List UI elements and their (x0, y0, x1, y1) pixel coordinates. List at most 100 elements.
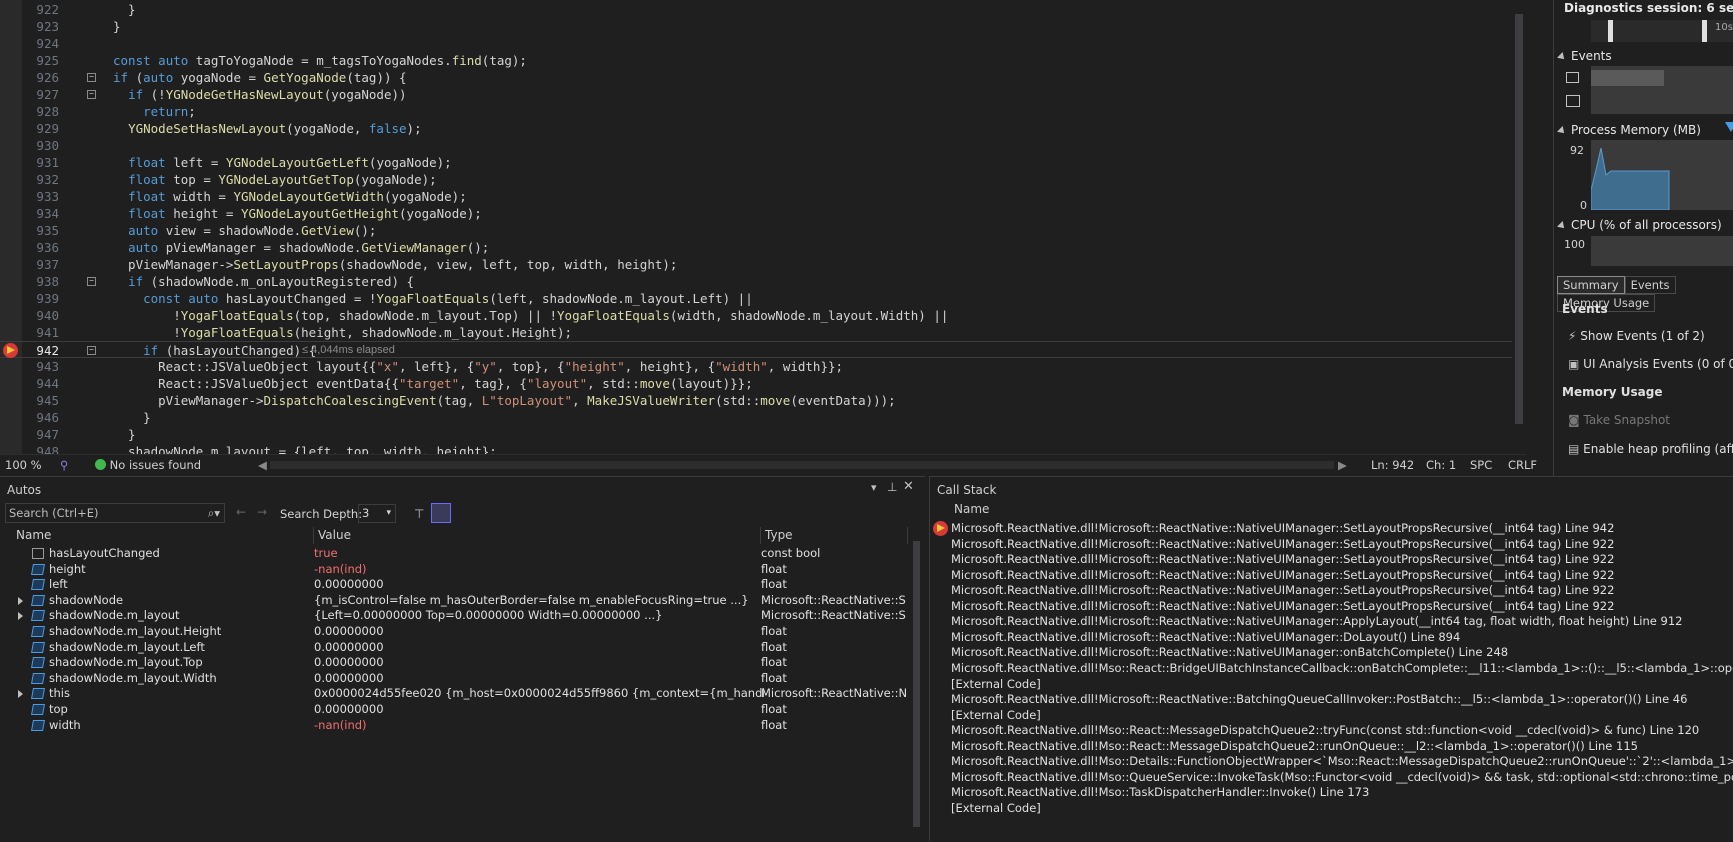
variable-value[interactable]: true (314, 545, 764, 562)
code-line[interactable]: 941 !YogaFloatEquals(height, shadowNode.… (0, 324, 1512, 341)
call-stack-frame[interactable]: Microsoft.ReactNative.dll!Mso::React::Me… (930, 738, 1733, 755)
call-stack-frame[interactable]: Microsoft.ReactNative.dll!Mso::React::Me… (930, 722, 1733, 739)
autos-row[interactable]: hasLayoutChanged true const bool (12, 545, 908, 562)
timeline-ruler[interactable]: 10s (1591, 20, 1733, 42)
code-line[interactable]: 939 const auto hasLayoutChanged = !YogaF… (0, 290, 1512, 307)
variable-value[interactable]: -nan(ind) (314, 717, 764, 734)
take-snapshot-button[interactable]: ◙ Take Snapshot (1568, 413, 1670, 427)
variable-value[interactable]: {m_isControl=false m_hasOuterBorder=fals… (314, 592, 764, 609)
scroll-left-icon[interactable]: ◀ (258, 455, 267, 475)
events-graph[interactable] (1591, 66, 1733, 114)
variable-value[interactable]: 0.00000000 (314, 670, 764, 687)
breakpoint-current-icon[interactable] (3, 343, 18, 358)
tab-events[interactable]: Events (1624, 276, 1676, 294)
autos-close-icon[interactable]: ✕ (903, 479, 914, 494)
call-stack-frame[interactable]: Microsoft.ReactNative.dll!Microsoft::Rea… (930, 644, 1733, 661)
code-line[interactable]: 933 float width = YGNodeLayoutGetWidth(y… (0, 188, 1512, 205)
code-line[interactable]: 935 auto view = shadowNode.GetView(); (0, 222, 1512, 239)
forward-arrow-icon[interactable]: → (257, 505, 267, 519)
call-stack-frame[interactable]: [External Code] (930, 800, 1733, 817)
call-stack-frame[interactable]: Microsoft.ReactNative.dll!Microsoft::Rea… (930, 582, 1733, 599)
ui-analysis-link[interactable]: ▣ UI Analysis Events (0 of 0) (1568, 357, 1733, 371)
call-stack-frame[interactable]: Microsoft.ReactNative.dll!Microsoft::Rea… (930, 567, 1733, 584)
autos-row[interactable]: shadowNode {m_isControl=false m_hasOuterB… (12, 592, 908, 609)
code-line[interactable]: 937 pViewManager->SetLayoutProps(shadowN… (0, 256, 1512, 273)
code-editor[interactable]: 922 } 923} 924 925 const auto tagToYogaNode … (0, 0, 1526, 454)
raw-view-toggle-icon[interactable] (431, 503, 451, 523)
variable-value[interactable]: {Left=0.00000000 Top=0.00000000 Width=0.… (314, 607, 764, 624)
autos-search-input[interactable]: Search (Ctrl+E) ⌕▾ (5, 503, 225, 523)
code-line[interactable]: 938 − if (shadowNode.m_onLayoutRegistered… (0, 273, 1512, 290)
enable-heap-profiling-button[interactable]: ▤ Enable heap profiling (affects perform… (1568, 442, 1733, 456)
expand-arrow-icon[interactable] (18, 690, 23, 699)
autos-row[interactable]: height -nan(ind) float (12, 561, 908, 578)
call-stack-frame[interactable]: Microsoft.ReactNative.dll!Mso::Details::… (930, 753, 1733, 770)
code-line[interactable]: 925 const auto tagToYogaNode = m_tagsToYo… (0, 52, 1512, 69)
variable-value[interactable]: 0.00000000 (314, 576, 764, 593)
code-line[interactable]: 924 (0, 35, 1512, 52)
fold-toggle-icon[interactable]: − (87, 346, 96, 355)
call-stack-frame[interactable]: Microsoft.ReactNative.dll!Microsoft::Rea… (930, 598, 1733, 615)
code-line[interactable]: 929 YGNodeSetHasNewLayout(yogaNode, fals… (0, 120, 1512, 137)
memory-graph[interactable] (1591, 140, 1733, 210)
autos-row[interactable]: width -nan(ind) float (12, 717, 908, 734)
call-stack-frame[interactable]: Microsoft.ReactNative.dll!Microsoft::Rea… (930, 536, 1733, 553)
call-stack-frame[interactable]: Microsoft.ReactNative.dll!Microsoft::Rea… (930, 613, 1733, 630)
call-stack-frame[interactable]: Microsoft.ReactNative.dll!Microsoft::Rea… (930, 551, 1733, 568)
issues-status[interactable]: No issues found (95, 455, 201, 475)
fold-toggle-icon[interactable]: − (87, 90, 96, 99)
call-stack-frame[interactable]: Microsoft.ReactNative.dll!Mso::React::Br… (930, 660, 1733, 677)
cpu-graph-header[interactable]: CPU (% of all processors) (1557, 218, 1722, 232)
code-line[interactable]: 940 !YogaFloatEquals(top, shadowNode.m_l… (0, 307, 1512, 324)
line-endings[interactable]: CRLF (1508, 455, 1537, 475)
code-line[interactable]: 948 shadowNode.m_layout = {left, top, wi… (0, 443, 1512, 454)
call-stack-frame[interactable]: Microsoft.ReactNative.dll!Microsoft::Rea… (930, 629, 1733, 646)
search-icon[interactable]: ⌕▾ (208, 504, 220, 522)
fold-toggle-icon[interactable]: − (87, 73, 96, 82)
code-line[interactable]: 945 pViewManager->DispatchCoalescingEven… (0, 392, 1512, 409)
show-events-link[interactable]: ⚡ Show Events (1 of 2) (1568, 329, 1705, 343)
code-line[interactable]: 936 auto pViewManager = shadowNode.GetVi… (0, 239, 1512, 256)
fold-toggle-icon[interactable]: − (87, 277, 96, 286)
editor-vertical-scrollbar[interactable] (1512, 0, 1526, 454)
ui-analysis-icon[interactable] (1566, 95, 1580, 107)
variable-value[interactable]: 0.00000000 (314, 701, 764, 718)
indentation[interactable]: SPC (1470, 455, 1492, 475)
code-line[interactable]: 946 } (0, 409, 1512, 426)
variable-value[interactable]: 0.00000000 (314, 654, 764, 671)
variable-value[interactable]: -nan(ind) (314, 561, 764, 578)
code-line[interactable]: 923} (0, 18, 1512, 35)
pause-icon[interactable] (1566, 72, 1579, 83)
column-header-name[interactable]: Name (12, 527, 314, 544)
code-line[interactable]: 928 return; (0, 103, 1512, 120)
call-stack-frame[interactable]: Microsoft.ReactNative.dll!Microsoft::Rea… (930, 691, 1733, 708)
autos-row[interactable]: shadowNode.m_layout.Height 0.00000000 floa… (12, 623, 908, 640)
events-graph-header[interactable]: Events (1557, 49, 1612, 63)
autos-row[interactable]: shadowNode.m_layout.Width 0.00000000 float (12, 670, 908, 687)
code-line[interactable]: 942 − if (hasLayoutChanged) {≤ 4,044ms el… (0, 341, 1512, 358)
call-stack-frame[interactable]: [External Code] (930, 707, 1733, 724)
autos-scrollbar[interactable] (910, 527, 922, 842)
autos-row[interactable]: shadowNode.m_layout.Left 0.00000000 float (12, 639, 908, 656)
code-line[interactable]: 932 float top = YGNodeLayoutGetTop(yogaN… (0, 171, 1512, 188)
column-header-value[interactable]: Value (314, 527, 761, 544)
line-number[interactable]: Ln: 942 (1371, 455, 1414, 475)
back-arrow-icon[interactable]: ← (236, 505, 246, 519)
search-depth-select[interactable]: 3 ▾ (358, 504, 396, 523)
editor-horizontal-scrollbar[interactable] (270, 461, 1334, 469)
expand-arrow-icon[interactable] (18, 596, 23, 605)
call-stack-frame[interactable]: Microsoft.ReactNative.dll!Microsoft::Rea… (930, 520, 1733, 537)
call-stack-frame[interactable]: Microsoft.ReactNative.dll!Mso::TaskDispa… (930, 784, 1733, 801)
autos-row[interactable]: left 0.00000000 float (12, 576, 908, 593)
expand-arrow-icon[interactable] (18, 612, 23, 621)
scrollbar-thumb[interactable] (1515, 14, 1523, 424)
code-line[interactable]: 944 React::JSValueObject eventData{{"tar… (0, 375, 1512, 392)
code-line[interactable]: 947 } (0, 426, 1512, 443)
tab-summary[interactable]: Summary (1557, 276, 1625, 294)
cpu-graph[interactable] (1591, 236, 1733, 266)
autos-dropdown-icon[interactable]: ▾ (871, 481, 877, 494)
variable-value[interactable]: 0x0000024d55fee020 {m_host=0x0000024d55f… (314, 685, 764, 702)
code-line[interactable]: 934 float height = YGNodeLayoutGetHeight… (0, 205, 1512, 222)
autos-pin-icon[interactable]: ⊥ (887, 480, 897, 494)
variable-value[interactable]: 0.00000000 (314, 639, 764, 656)
